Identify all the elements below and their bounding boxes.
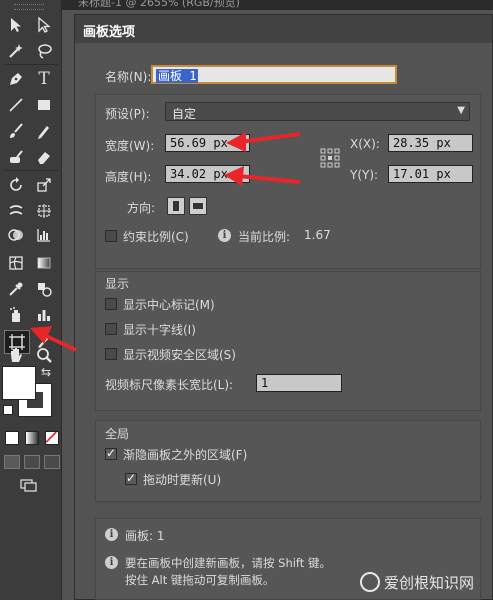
display-section-title: 显示 bbox=[105, 277, 130, 291]
x-label: X(X): bbox=[350, 137, 380, 151]
info-icon: i bbox=[105, 528, 118, 541]
warp-icon[interactable] bbox=[4, 200, 28, 222]
watermark-logo: 爱创根知识网 bbox=[360, 572, 474, 592]
global-section-title: 全局 bbox=[105, 427, 130, 441]
cross-hairs-label[interactable]: 显示十字线(I) bbox=[123, 321, 196, 338]
document-tab-strip: 未标题-1 @ 2655% (RGB/预览) bbox=[62, 0, 493, 10]
zoom-tool-icon[interactable] bbox=[32, 344, 56, 366]
chart-tool-icon[interactable] bbox=[32, 224, 56, 246]
type-tool-icon[interactable]: T bbox=[32, 68, 56, 90]
none-mode-icon[interactable] bbox=[45, 431, 59, 445]
height-label: 高度(H): bbox=[105, 170, 152, 184]
draw-inside-icon[interactable] bbox=[44, 455, 60, 469]
preset-select-value: 自定 bbox=[172, 107, 197, 121]
column-graph-icon[interactable] bbox=[32, 304, 56, 326]
lasso-icon[interactable] bbox=[32, 40, 56, 62]
watermark: 爱创根知识网 bbox=[360, 568, 490, 596]
blob-brush-icon[interactable] bbox=[4, 146, 28, 168]
y-input[interactable]: 17.01 px bbox=[388, 165, 473, 183]
width-input[interactable]: 56.69 px bbox=[165, 134, 250, 152]
name-input[interactable]: 画板 1 bbox=[151, 65, 397, 84]
x-input[interactable]: 28.35 px bbox=[388, 134, 473, 152]
direct-selection-tool-icon[interactable] bbox=[32, 14, 56, 36]
symbol-sprayer-icon[interactable] bbox=[4, 304, 28, 326]
magic-wand-icon[interactable] bbox=[4, 40, 28, 62]
y-label: Y(Y): bbox=[350, 168, 379, 182]
name-label: 名称(N): bbox=[105, 70, 152, 84]
width-label: 宽度(W): bbox=[105, 139, 155, 153]
gradient-icon[interactable] bbox=[32, 252, 56, 274]
line-tool-icon[interactable] bbox=[4, 94, 28, 116]
eraser-icon[interactable] bbox=[32, 146, 56, 168]
dialog-title[interactable]: 画板选项 bbox=[75, 15, 492, 43]
gradient-mode-icon[interactable] bbox=[25, 431, 39, 445]
hand-tool-icon[interactable] bbox=[4, 344, 28, 366]
artboard-options-dialog: 画板选项 名称(N): 画板 1 预设(P): 自定 ▼ 宽度(W): 56.6… bbox=[74, 14, 493, 600]
blend-icon[interactable] bbox=[32, 278, 56, 300]
preset-select[interactable]: 自定 ▼ bbox=[165, 102, 470, 121]
scale-icon[interactable] bbox=[32, 174, 56, 196]
swap-colors-icon[interactable]: ⇆ bbox=[38, 364, 54, 380]
draw-behind-icon[interactable] bbox=[24, 455, 40, 469]
cross-hairs-checkbox[interactable] bbox=[105, 323, 117, 335]
constrain-checkbox[interactable] bbox=[105, 230, 117, 242]
document-tab-title[interactable]: 未标题-1 @ 2655% (RGB/预览) bbox=[78, 0, 240, 10]
video-ruler-input[interactable]: 1 bbox=[256, 374, 342, 392]
svg-text:爱创根知识网: 爱创根知识网 bbox=[384, 574, 474, 592]
fade-outside-checkbox[interactable] bbox=[105, 446, 117, 460]
center-mark-label[interactable]: 显示中心标记(M) bbox=[123, 296, 215, 313]
center-mark-checkbox[interactable] bbox=[105, 298, 117, 310]
fade-outside-label[interactable]: 渐隐画板之外的区域(F) bbox=[123, 446, 247, 463]
free-transform-icon[interactable] bbox=[32, 200, 56, 222]
portrait-icon bbox=[173, 201, 179, 211]
pen-tool-icon[interactable] bbox=[4, 68, 28, 90]
artboards-count: 画板: 1 bbox=[125, 529, 165, 543]
video-safe-label[interactable]: 显示视频安全区域(S) bbox=[123, 346, 236, 363]
fill-color-swatch[interactable] bbox=[2, 366, 36, 400]
ratio-value: 1.67 bbox=[304, 228, 331, 242]
draw-normal-icon[interactable] bbox=[4, 455, 20, 469]
eyedropper-icon[interactable] bbox=[4, 278, 28, 300]
info-icon: i bbox=[218, 229, 231, 242]
info-icon: i bbox=[105, 556, 118, 569]
landscape-button[interactable] bbox=[189, 197, 207, 215]
rotate-icon[interactable] bbox=[4, 174, 28, 196]
name-input-value: 画板 1 bbox=[156, 69, 199, 83]
preset-label: 预设(P): bbox=[105, 107, 150, 121]
height-input[interactable]: 34.02 px bbox=[165, 165, 250, 183]
rectangle-tool-icon[interactable] bbox=[32, 94, 56, 116]
default-colors-icon[interactable] bbox=[3, 405, 13, 415]
hint-line-2: 按住 Alt 键拖动可复制画板。 bbox=[125, 573, 275, 587]
update-drag-label[interactable]: 拖动时更新(U) bbox=[143, 471, 221, 488]
hint-line-1: 要在画板中创建新画板，请按 Shift 键。 bbox=[125, 556, 331, 570]
reference-point-icon[interactable] bbox=[320, 148, 340, 168]
landscape-icon bbox=[193, 203, 203, 209]
video-ruler-label: 视频标尺像素长宽比(L): bbox=[105, 378, 234, 392]
video-safe-checkbox[interactable] bbox=[105, 348, 117, 360]
selection-tool-icon[interactable] bbox=[4, 14, 28, 36]
constrain-label[interactable]: 约束比例(C) bbox=[123, 228, 189, 245]
shape-builder-icon[interactable] bbox=[4, 224, 28, 246]
pencil-icon[interactable] bbox=[32, 120, 56, 142]
mesh-icon[interactable] bbox=[4, 252, 28, 274]
orientation-label: 方向: bbox=[127, 201, 156, 215]
tools-panel: T ⇆ bbox=[0, 0, 62, 600]
portrait-button[interactable] bbox=[167, 197, 185, 215]
color-mode-icon[interactable] bbox=[5, 431, 19, 445]
screen-mode-icon[interactable] bbox=[18, 478, 40, 494]
chevron-down-icon: ▼ bbox=[457, 105, 465, 116]
toolbar-grip[interactable] bbox=[14, 4, 44, 10]
paintbrush-icon[interactable] bbox=[4, 120, 28, 142]
ratio-label: 当前比例: bbox=[238, 230, 291, 244]
update-drag-checkbox[interactable] bbox=[125, 471, 137, 485]
